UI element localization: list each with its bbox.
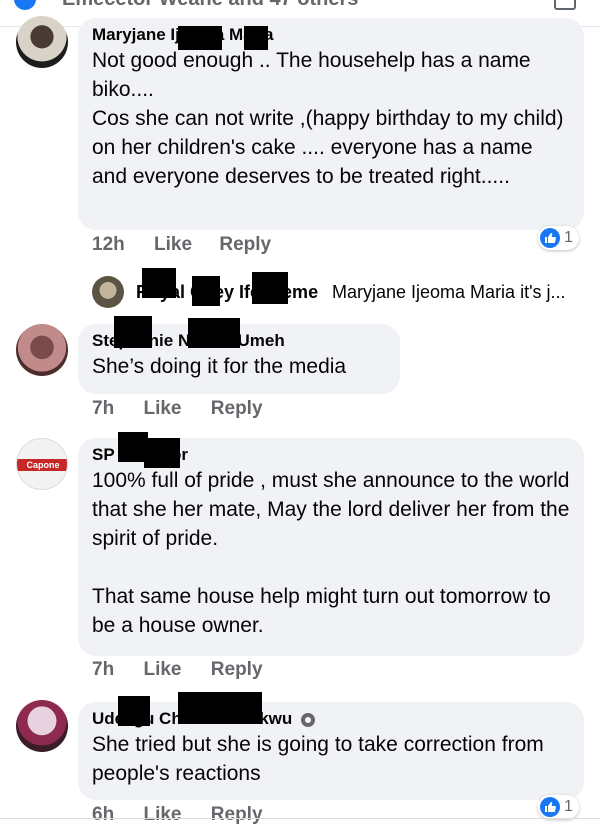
comment-time[interactable]: 7h bbox=[92, 398, 114, 420]
like-reaction-icon bbox=[14, 0, 36, 10]
avatar[interactable] bbox=[16, 16, 68, 68]
comment-text: 100% full of pride , must she announce t… bbox=[92, 469, 570, 637]
reactions-summary-text: Emecetor Weane and 47 others bbox=[62, 0, 358, 11]
comment-time[interactable]: 7h bbox=[92, 659, 114, 681]
reaction-count-badge[interactable]: 1 bbox=[538, 226, 579, 250]
like-icon bbox=[540, 228, 560, 248]
comment-author[interactable]: Maryjane Ijeoma Maria bbox=[92, 24, 570, 46]
comment-bubble: SP Emeofor 100% full of pride , must she… bbox=[78, 432, 584, 656]
reply-link[interactable]: Reply bbox=[211, 659, 263, 681]
comment-text: She’s doing it for the media bbox=[92, 355, 347, 378]
comment-actions: 12h Like Reply bbox=[92, 234, 271, 256]
redaction-block bbox=[252, 272, 288, 304]
comment-text: She tried but she is going to take corre… bbox=[92, 733, 544, 785]
comment-text: Not good enough .. The househelp has a n… bbox=[92, 49, 564, 188]
comment-time[interactable]: 6h bbox=[92, 804, 114, 826]
reply-preview[interactable]: Royal Okey Ifebueme Maryjane Ijeoma Mari… bbox=[92, 268, 592, 308]
like-icon bbox=[540, 797, 560, 817]
comment-actions: 6h Like Reply bbox=[92, 804, 263, 826]
redaction-block bbox=[188, 318, 240, 348]
reply-link[interactable]: Reply bbox=[211, 398, 263, 420]
redaction-block bbox=[144, 438, 180, 468]
comment-time[interactable]: 12h bbox=[92, 234, 125, 256]
reaction-count-badge[interactable]: 1 bbox=[538, 795, 579, 819]
avatar-text: Capone bbox=[17, 459, 67, 471]
redaction-block bbox=[114, 316, 152, 348]
reply-link[interactable]: Reply bbox=[211, 804, 263, 826]
redaction-block bbox=[178, 692, 262, 724]
reply-snippet: Maryjane Ijeoma Maria it's j... bbox=[332, 282, 566, 302]
reaction-count: 1 bbox=[564, 798, 573, 815]
comment-actions: 7h Like Reply bbox=[92, 398, 263, 420]
avatar[interactable]: Capone bbox=[16, 438, 68, 490]
comment-author[interactable]: Udeagu Chukwuemekwu bbox=[92, 708, 570, 730]
top-fan-badge-icon bbox=[301, 712, 315, 727]
like-link[interactable]: Like bbox=[143, 804, 181, 826]
comment-bubble: Udeagu Chukwuemekwu She tried but she is… bbox=[78, 692, 584, 800]
like-link[interactable]: Like bbox=[143, 398, 181, 420]
redaction-block bbox=[178, 26, 222, 50]
like-link[interactable]: Like bbox=[143, 659, 181, 681]
avatar bbox=[92, 276, 124, 308]
share-icon[interactable] bbox=[554, 0, 576, 10]
redaction-block bbox=[244, 26, 268, 50]
comment-bubble: Stephanie Nnaize Umeh She’s doing it for… bbox=[78, 316, 400, 394]
redaction-block bbox=[118, 696, 150, 726]
reply-link[interactable]: Reply bbox=[219, 234, 271, 256]
avatar[interactable] bbox=[16, 700, 68, 752]
like-link[interactable]: Like bbox=[154, 234, 192, 256]
divider bbox=[0, 818, 600, 819]
redaction-block bbox=[192, 276, 220, 306]
comment-bubble: Maryjane Ijeoma Maria Not good enough ..… bbox=[78, 18, 584, 230]
redaction-block bbox=[142, 268, 176, 298]
avatar[interactable] bbox=[16, 324, 68, 376]
reaction-count: 1 bbox=[564, 229, 573, 246]
comment-actions: 7h Like Reply bbox=[92, 659, 263, 681]
